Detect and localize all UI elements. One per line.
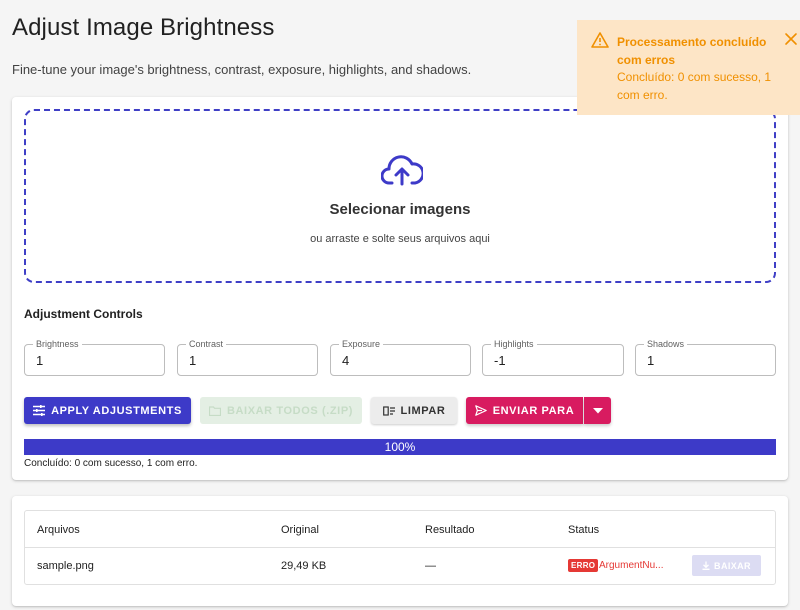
apply-adjustments-button[interactable]: APPLY ADJUSTMENTS — [24, 397, 191, 424]
download-all-zip-label: BAIXAR TODOS (.ZIP) — [226, 404, 354, 417]
apply-adjustments-label: APPLY ADJUSTMENTS — [51, 404, 182, 417]
shadows-label: Shadows — [644, 339, 688, 350]
progress-percent: 100% — [384, 440, 416, 454]
progress-caption: Concluído: 0 com sucesso, 1 com erro. — [24, 458, 198, 469]
column-header-result: Resultado — [425, 524, 475, 536]
cloud-upload-icon — [381, 155, 423, 186]
column-header-files: Arquivos — [37, 524, 80, 536]
highlights-input[interactable]: -1 — [494, 353, 614, 368]
highlights-label: Highlights — [491, 339, 537, 350]
caret-down-icon — [592, 407, 603, 413]
contrast-input[interactable]: 1 — [189, 353, 309, 368]
original-size-cell: 29,49 KB — [281, 560, 327, 572]
contrast-label: Contrast — [186, 339, 227, 350]
shadows-field[interactable]: Shadows 1 — [635, 339, 776, 376]
toast-title: Processamento concluído com erros — [617, 35, 767, 67]
exposure-field[interactable]: Exposure 4 — [330, 339, 471, 376]
exposure-label: Exposure — [339, 339, 384, 350]
page-title: Adjust Image Brightness — [12, 14, 275, 41]
download-file-label: BAIXAR — [714, 560, 751, 571]
download-icon — [702, 561, 710, 570]
brightness-input[interactable]: 1 — [36, 353, 156, 368]
table-header-divider — [25, 547, 775, 548]
brightness-field[interactable]: Brightness 1 — [24, 339, 165, 376]
close-icon[interactable] — [784, 32, 798, 46]
main-card: Selecionar imagens ou arraste e solte se… — [12, 97, 788, 480]
clear-button[interactable]: LIMPAR — [371, 397, 457, 424]
download-file-button[interactable]: BAIXAR — [692, 555, 761, 576]
send-to-button[interactable]: ENVIAR PARA — [466, 397, 583, 424]
dropzone-subtitle: ou arraste e solte seus arquivos aqui — [310, 233, 490, 245]
clear-list-icon — [382, 405, 395, 416]
brightness-label: Brightness — [33, 339, 82, 350]
folder-icon — [208, 405, 221, 416]
results-table: Arquivos Original Resultado Status sampl… — [24, 510, 776, 585]
adjustment-controls-title: Adjustment Controls — [24, 307, 143, 321]
warning-toast: Processamento concluído com erros Conclu… — [577, 20, 800, 115]
send-to-label: ENVIAR PARA — [492, 404, 575, 417]
warning-icon — [591, 32, 609, 48]
toast-message: Concluído: 0 com sucesso, 1 com erro. — [617, 70, 772, 102]
tune-icon — [33, 405, 46, 416]
page-subtitle: Fine-tune your image's brightness, contr… — [12, 62, 472, 77]
column-header-status: Status — [568, 524, 600, 536]
highlights-field[interactable]: Highlights -1 — [482, 339, 624, 376]
result-cell: — — [425, 560, 436, 572]
exposure-input[interactable]: 4 — [342, 353, 462, 368]
upload-dropzone[interactable]: Selecionar imagens ou arraste e solte se… — [24, 109, 776, 283]
file-name-cell: sample.png — [37, 560, 94, 572]
send-icon — [474, 405, 487, 416]
dropzone-title: Selecionar imagens — [329, 201, 471, 218]
clear-label: LIMPAR — [400, 404, 446, 417]
results-card: Arquivos Original Resultado Status sampl… — [12, 496, 788, 606]
shadows-input[interactable]: 1 — [647, 353, 767, 368]
contrast-field[interactable]: Contrast 1 — [177, 339, 318, 376]
error-message-text[interactable]: ArgumentNu... — [599, 560, 663, 571]
download-all-zip-button[interactable]: BAIXAR TODOS (.ZIP) — [200, 397, 362, 424]
send-to-dropdown-button[interactable] — [584, 397, 611, 424]
error-status-badge: ERRO — [568, 559, 599, 572]
column-header-original: Original — [281, 524, 319, 536]
progress-bar: 100% — [24, 439, 776, 455]
